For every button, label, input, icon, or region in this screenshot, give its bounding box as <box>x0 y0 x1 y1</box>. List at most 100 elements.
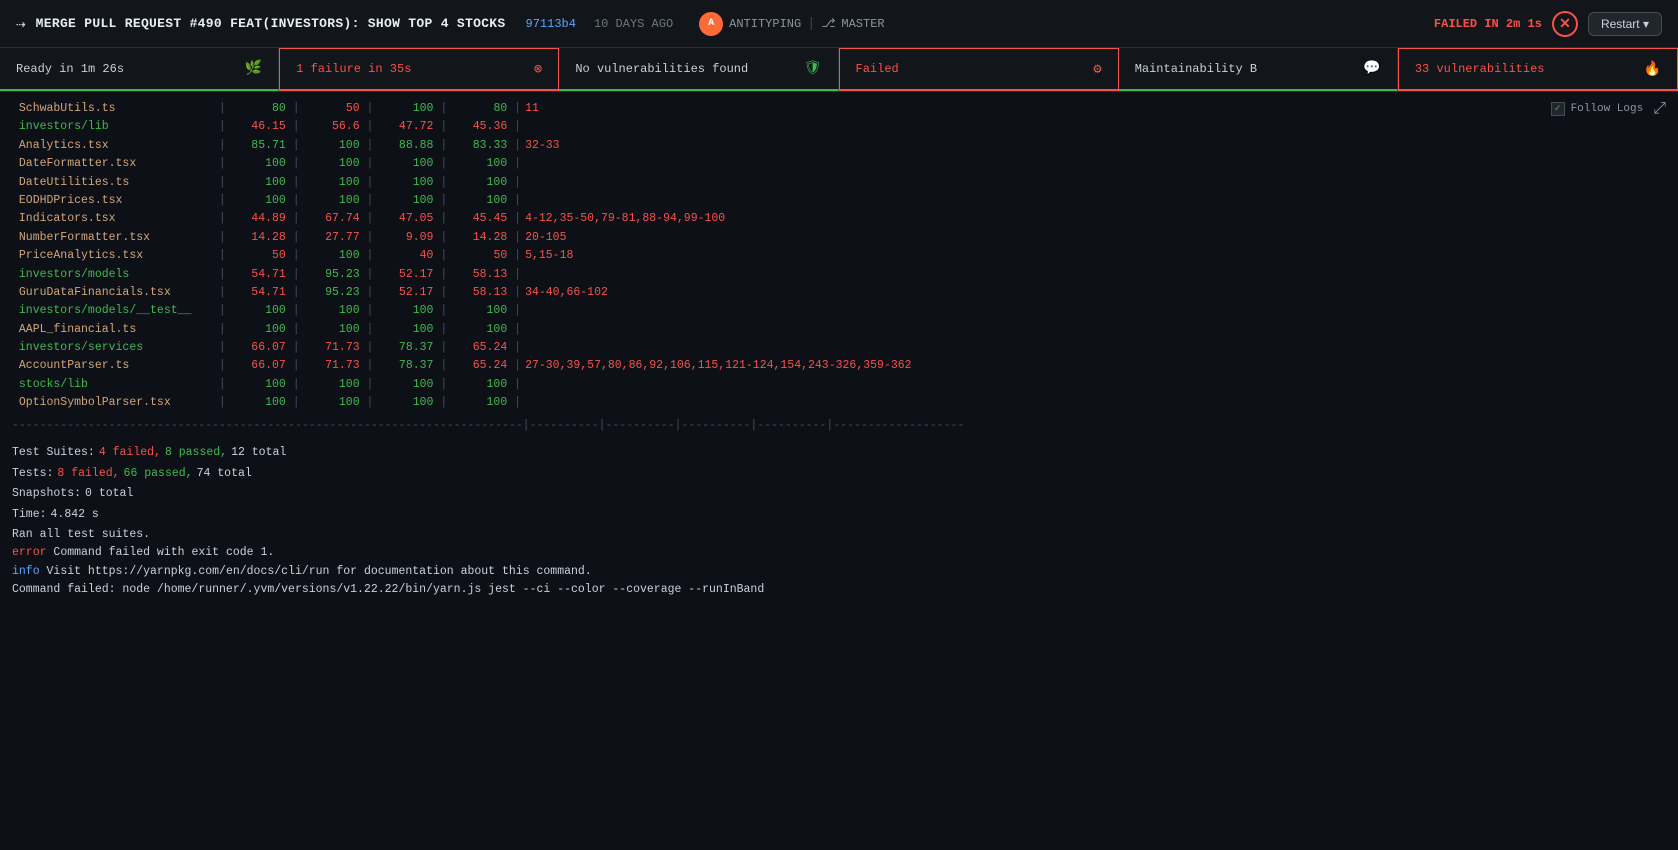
coverage-value: 65.24 <box>447 357 507 375</box>
tab-vulnerabilities[interactable]: 33 vulnerabilities 🔥 <box>1398 48 1678 91</box>
coverage-value: 54.71 <box>226 266 286 284</box>
file-name: investors/models <box>12 266 212 284</box>
table-row: investors/lib |46.15 |56.6 |47.72 |45.36… <box>12 118 1666 136</box>
command-line: Command failed: node /home/runner/.yvm/v… <box>12 581 1666 599</box>
coverage-value: 14.28 <box>447 229 507 247</box>
table-row: investors/services |66.07 |71.73 |78.37 … <box>12 339 1666 357</box>
table-row: AccountParser.ts |66.07 |71.73 |78.37 |6… <box>12 357 1666 375</box>
coverage-value: 66.07 <box>226 339 286 357</box>
coverage-value: 100 <box>300 155 360 173</box>
coverage-value: 100 <box>447 155 507 173</box>
top-bar-right: FAILED IN 2m 1s ✕ Restart ▾ <box>1434 11 1662 37</box>
tab-failure-label: 1 failure in 35s <box>296 62 411 76</box>
uncovered-lines: 20-105 <box>525 229 566 247</box>
branch-icon: ⎇ <box>822 16 836 31</box>
branch-info: A ANTITYPING | ⎇ MASTER <box>699 12 884 36</box>
tab-maintainability[interactable]: Maintainability B 💬 <box>1119 48 1398 91</box>
org-name: ANTITYPING <box>729 17 801 31</box>
coverage-value: 85.71 <box>226 137 286 155</box>
table-divider: ----------------------------------------… <box>12 417 1666 435</box>
tab-ready[interactable]: Ready in 1m 26s 🌿 <box>0 48 279 91</box>
coverage-value: 100 <box>447 192 507 210</box>
coverage-value: 100 <box>226 174 286 192</box>
tab-failure-icon: ⊗ <box>534 61 542 78</box>
restart-button[interactable]: Restart ▾ <box>1588 12 1662 36</box>
table-row: EODHDPrices.tsx |100 |100 |100 |100 | <box>12 192 1666 210</box>
restart-label: Restart ▾ <box>1601 17 1649 31</box>
coverage-value: 100 <box>373 394 433 412</box>
tab-failed[interactable]: Failed ⚙ <box>839 48 1119 91</box>
coverage-value: 100 <box>226 302 286 320</box>
tab-failed-label: Failed <box>856 62 899 76</box>
uncovered-lines: 32-33 <box>525 137 560 155</box>
tab-ready-label: Ready in 1m 26s <box>16 62 124 76</box>
follow-logs-label: Follow Logs <box>1571 103 1644 115</box>
coverage-value: 100 <box>226 376 286 394</box>
pr-title: MERGE PULL REQUEST #490 FEAT(INVESTORS):… <box>36 16 506 31</box>
commit-hash: 97113b4 <box>526 17 576 31</box>
coverage-value: 47.72 <box>373 118 433 136</box>
error-line: error Command failed with exit code 1. <box>12 544 1666 562</box>
coverage-value: 100 <box>300 376 360 394</box>
tab-no-vuln-label: No vulnerabilities found <box>575 62 748 76</box>
table-row: AAPL_financial.ts |100 |100 |100 |100 | <box>12 321 1666 339</box>
coverage-value: 100 <box>447 302 507 320</box>
coverage-value: 100 <box>300 302 360 320</box>
tab-failure[interactable]: 1 failure in 35s ⊗ <box>279 48 559 91</box>
file-name: DateFormatter.tsx <box>12 155 212 173</box>
file-name: Analytics.tsx <box>12 137 212 155</box>
expand-button[interactable]: ⤢ <box>1653 100 1666 118</box>
table-row: DateFormatter.tsx |100 |100 |100 |100 | <box>12 155 1666 173</box>
coverage-value: 50 <box>447 247 507 265</box>
follow-logs-checkbox[interactable] <box>1551 102 1565 116</box>
coverage-value: 100 <box>373 192 433 210</box>
coverage-value: 100 <box>373 100 433 118</box>
file-name: NumberFormatter.tsx <box>12 229 212 247</box>
uncovered-lines: 27-30,39,57,80,86,92,106,115,121-124,154… <box>525 357 911 375</box>
info-line: info Visit https://yarnpkg.com/en/docs/c… <box>12 563 1666 581</box>
coverage-value: 100 <box>226 155 286 173</box>
coverage-value: 78.37 <box>373 357 433 375</box>
top-bar-left: ⇢ MERGE PULL REQUEST #490 FEAT(INVESTORS… <box>16 12 885 36</box>
top-bar: ⇢ MERGE PULL REQUEST #490 FEAT(INVESTORS… <box>0 0 1678 48</box>
table-row: SchwabUtils.ts |80 |50 |100 |80 |11 <box>12 100 1666 118</box>
coverage-value: 46.15 <box>226 118 286 136</box>
main-content: Follow Logs ⤢ SchwabUtils.ts |80 |50 |10… <box>0 92 1678 850</box>
merge-icon: ⇢ <box>16 14 26 34</box>
coverage-value: 100 <box>447 376 507 394</box>
coverage-value: 100 <box>373 174 433 192</box>
coverage-value: 95.23 <box>300 284 360 302</box>
tab-failed-icon: ⚙ <box>1093 61 1101 78</box>
tab-vulnerabilities-icon: 🔥 <box>1644 61 1661 78</box>
coverage-value: 100 <box>300 247 360 265</box>
coverage-value: 67.74 <box>300 210 360 228</box>
table-row: GuruDataFinancials.tsx |54.71 |95.23 |52… <box>12 284 1666 302</box>
table-row: OptionSymbolParser.tsx |100 |100 |100 |1… <box>12 394 1666 412</box>
coverage-value: 100 <box>447 174 507 192</box>
cancel-button[interactable]: ✕ <box>1552 11 1578 37</box>
coverage-value: 100 <box>300 174 360 192</box>
uncovered-lines: 34-40,66-102 <box>525 284 608 302</box>
follow-logs-control[interactable]: Follow Logs <box>1551 102 1644 116</box>
coverage-value: 100 <box>300 394 360 412</box>
table-row: investors/models/__test__ |100 |100 |100… <box>12 302 1666 320</box>
file-name: stocks/lib <box>12 376 212 394</box>
file-name: OptionSymbolParser.tsx <box>12 394 212 412</box>
summary-line: Time: 4.842 s <box>12 505 1666 526</box>
file-name: AAPL_financial.ts <box>12 321 212 339</box>
tab-maintainability-icon: 💬 <box>1363 60 1380 77</box>
summary-line: Test Suites: 4 failed, 8 passed, 12 tota… <box>12 443 1666 464</box>
table-row: Indicators.tsx |44.89 |67.74 |47.05 |45.… <box>12 210 1666 228</box>
log-controls: Follow Logs ⤢ <box>1551 100 1666 118</box>
coverage-value: 40 <box>373 247 433 265</box>
coverage-value: 100 <box>226 192 286 210</box>
file-name: EODHDPrices.tsx <box>12 192 212 210</box>
coverage-value: 100 <box>447 394 507 412</box>
coverage-value: 100 <box>300 192 360 210</box>
log-table: SchwabUtils.ts |80 |50 |100 |80 |11 inve… <box>0 92 1678 607</box>
coverage-value: 100 <box>447 321 507 339</box>
tab-no-vuln[interactable]: No vulnerabilities found 🛡 <box>559 48 838 91</box>
tab-vulnerabilities-label: 33 vulnerabilities <box>1415 62 1545 76</box>
file-name: investors/services <box>12 339 212 357</box>
coverage-value: 47.05 <box>373 210 433 228</box>
